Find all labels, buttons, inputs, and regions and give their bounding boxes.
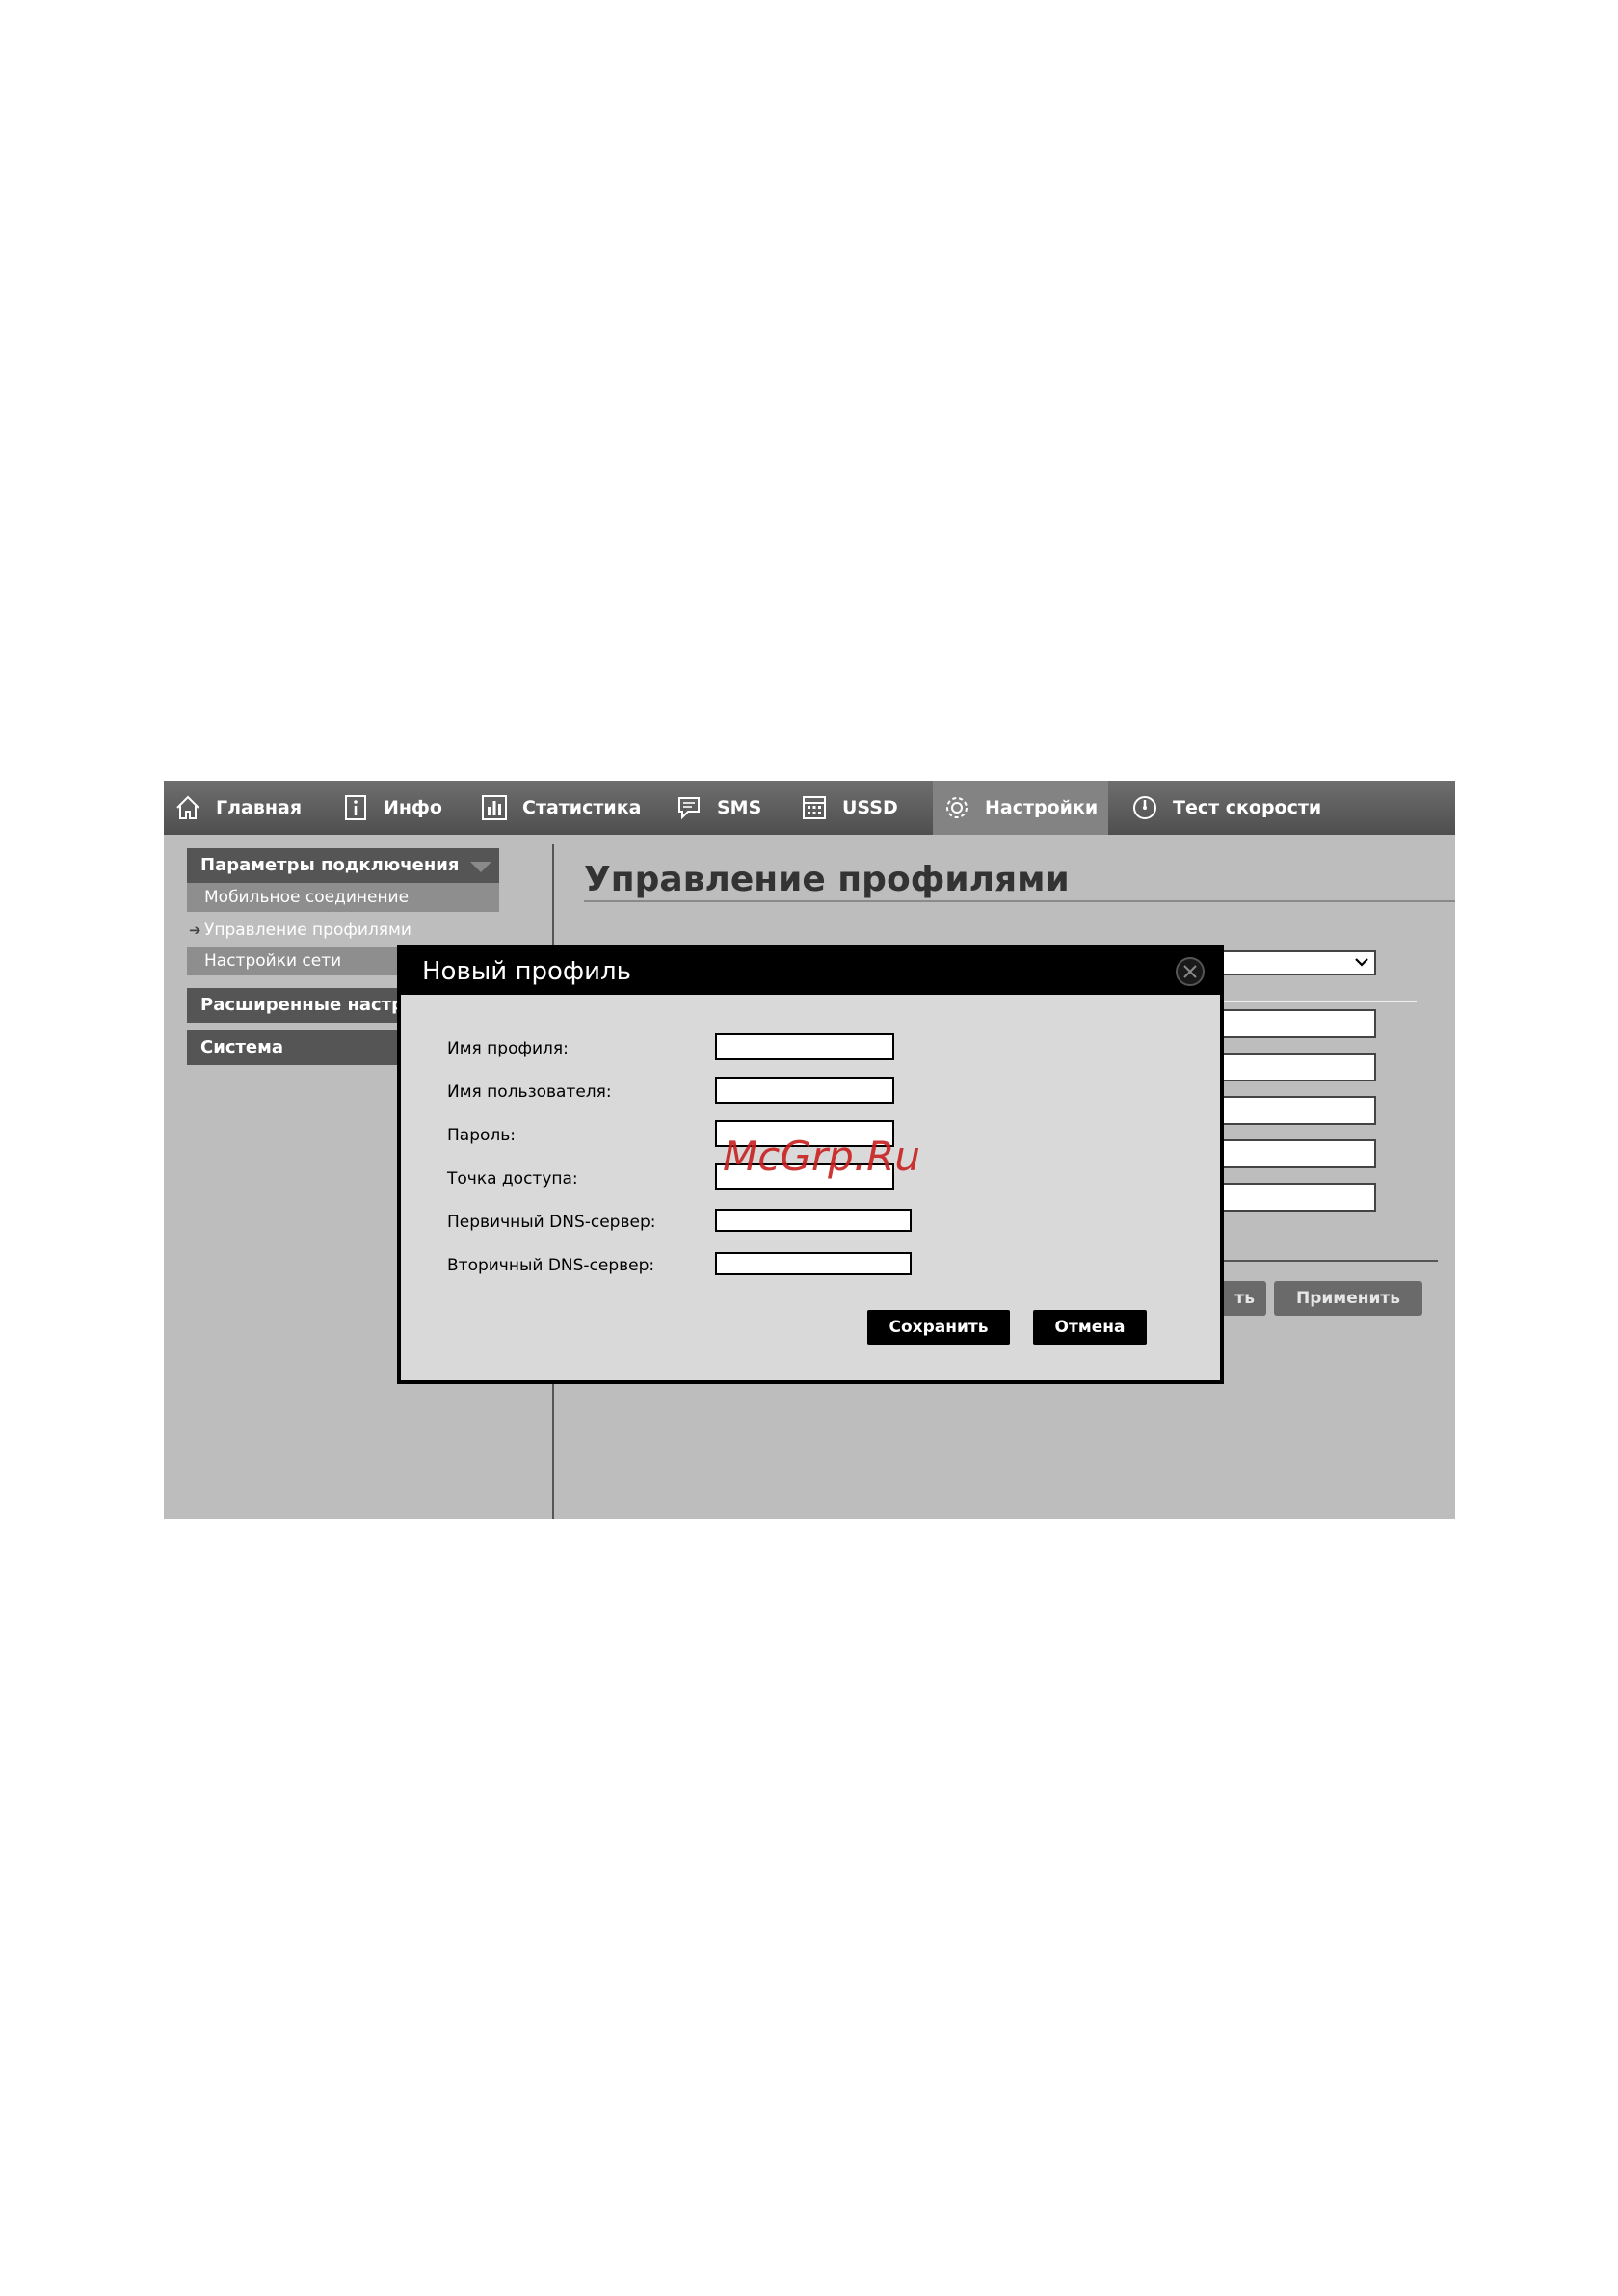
- form-divider: [1214, 1001, 1417, 1002]
- username-field-bg[interactable]: [1214, 1053, 1376, 1081]
- sidebar-section-connection[interactable]: Параметры подключения: [187, 848, 499, 883]
- nav-speedtest[interactable]: Тест скорости: [1130, 781, 1321, 835]
- nav-settings-label: Настройки: [985, 797, 1099, 818]
- info-icon: [341, 793, 370, 822]
- nav-home[interactable]: Главная: [173, 781, 302, 835]
- apply-button[interactable]: Применить: [1274, 1281, 1422, 1316]
- apn-field-bg[interactable]: [1214, 1139, 1376, 1168]
- ussd-icon: [800, 793, 829, 822]
- statistics-icon: [480, 793, 509, 822]
- profile-name-input[interactable]: [715, 1033, 894, 1060]
- watermark: McGrp.Ru: [723, 1133, 920, 1180]
- sidebar-item-label: Управление профилями: [204, 921, 411, 940]
- buttons-divider: [1214, 1260, 1438, 1262]
- sidebar-section-connection-label: Параметры подключения: [200, 855, 460, 875]
- cancel-button[interactable]: Отмена: [1033, 1310, 1147, 1345]
- sidebar-item-label: Мобильное соединение: [204, 888, 410, 907]
- sidebar-section-advanced-label: Расширенные настр: [200, 995, 405, 1015]
- username-input[interactable]: [715, 1077, 894, 1104]
- close-icon: [1178, 965, 1203, 988]
- sidebar-item-label: Настройки сети: [204, 951, 342, 971]
- secondary-dns-label: Вторичный DNS-сервер:: [447, 1256, 655, 1275]
- nav-speedtest-label: Тест скорости: [1173, 797, 1322, 818]
- speedtest-icon: [1130, 793, 1159, 822]
- sidebar-section-system-label: Система: [200, 1037, 283, 1057]
- dialog-title: Новый профиль: [422, 957, 631, 986]
- password-label: Пароль:: [447, 1126, 517, 1145]
- nav-info-label: Инфо: [384, 797, 442, 818]
- gear-icon: [942, 793, 971, 822]
- secondary-dns-input[interactable]: [715, 1252, 912, 1275]
- primary-dns-label: Первичный DNS-сервер:: [447, 1213, 656, 1232]
- save-button[interactable]: Сохранить: [867, 1310, 1010, 1345]
- title-divider: [584, 900, 1455, 902]
- profile-select[interactable]: [1214, 950, 1376, 975]
- nav-sms-label: SMS: [717, 797, 762, 818]
- profile-name-field-bg[interactable]: [1214, 1009, 1376, 1038]
- chevron-down-icon: [1353, 952, 1370, 975]
- nav-ussd[interactable]: USSD: [800, 781, 898, 835]
- apn-label: Точка доступа:: [447, 1169, 578, 1188]
- close-button[interactable]: [1176, 957, 1205, 986]
- top-navigation: Главная Инфо Статистика SMS USSD Настрой…: [164, 781, 1455, 835]
- dialog-header: Новый профиль: [401, 948, 1220, 995]
- password-field-bg[interactable]: [1214, 1096, 1376, 1125]
- nav-info[interactable]: Инфо: [341, 781, 442, 835]
- nav-ussd-label: USSD: [842, 797, 898, 818]
- arrow-right-icon: ➔: [189, 921, 201, 939]
- primary-dns-input[interactable]: [715, 1209, 912, 1232]
- sidebar-item-profile-management[interactable]: ➔ Управление профилями: [187, 916, 499, 945]
- sms-icon: [675, 793, 703, 822]
- sidebar-item-mobile-connection[interactable]: Мобильное соединение: [187, 883, 499, 912]
- nav-statistics[interactable]: Статистика: [480, 781, 641, 835]
- dns-field-bg[interactable]: [1214, 1183, 1376, 1212]
- username-label: Имя пользователя:: [447, 1082, 612, 1102]
- page-title: Управление профилями: [584, 860, 1070, 899]
- nav-sms[interactable]: SMS: [675, 781, 761, 835]
- triangle-down-icon: [470, 862, 491, 872]
- profile-name-label: Имя профиля:: [447, 1039, 569, 1058]
- nav-settings[interactable]: Настройки: [933, 781, 1108, 835]
- nav-home-label: Главная: [216, 797, 303, 818]
- home-icon: [173, 793, 202, 822]
- nav-statistics-label: Статистика: [522, 797, 642, 818]
